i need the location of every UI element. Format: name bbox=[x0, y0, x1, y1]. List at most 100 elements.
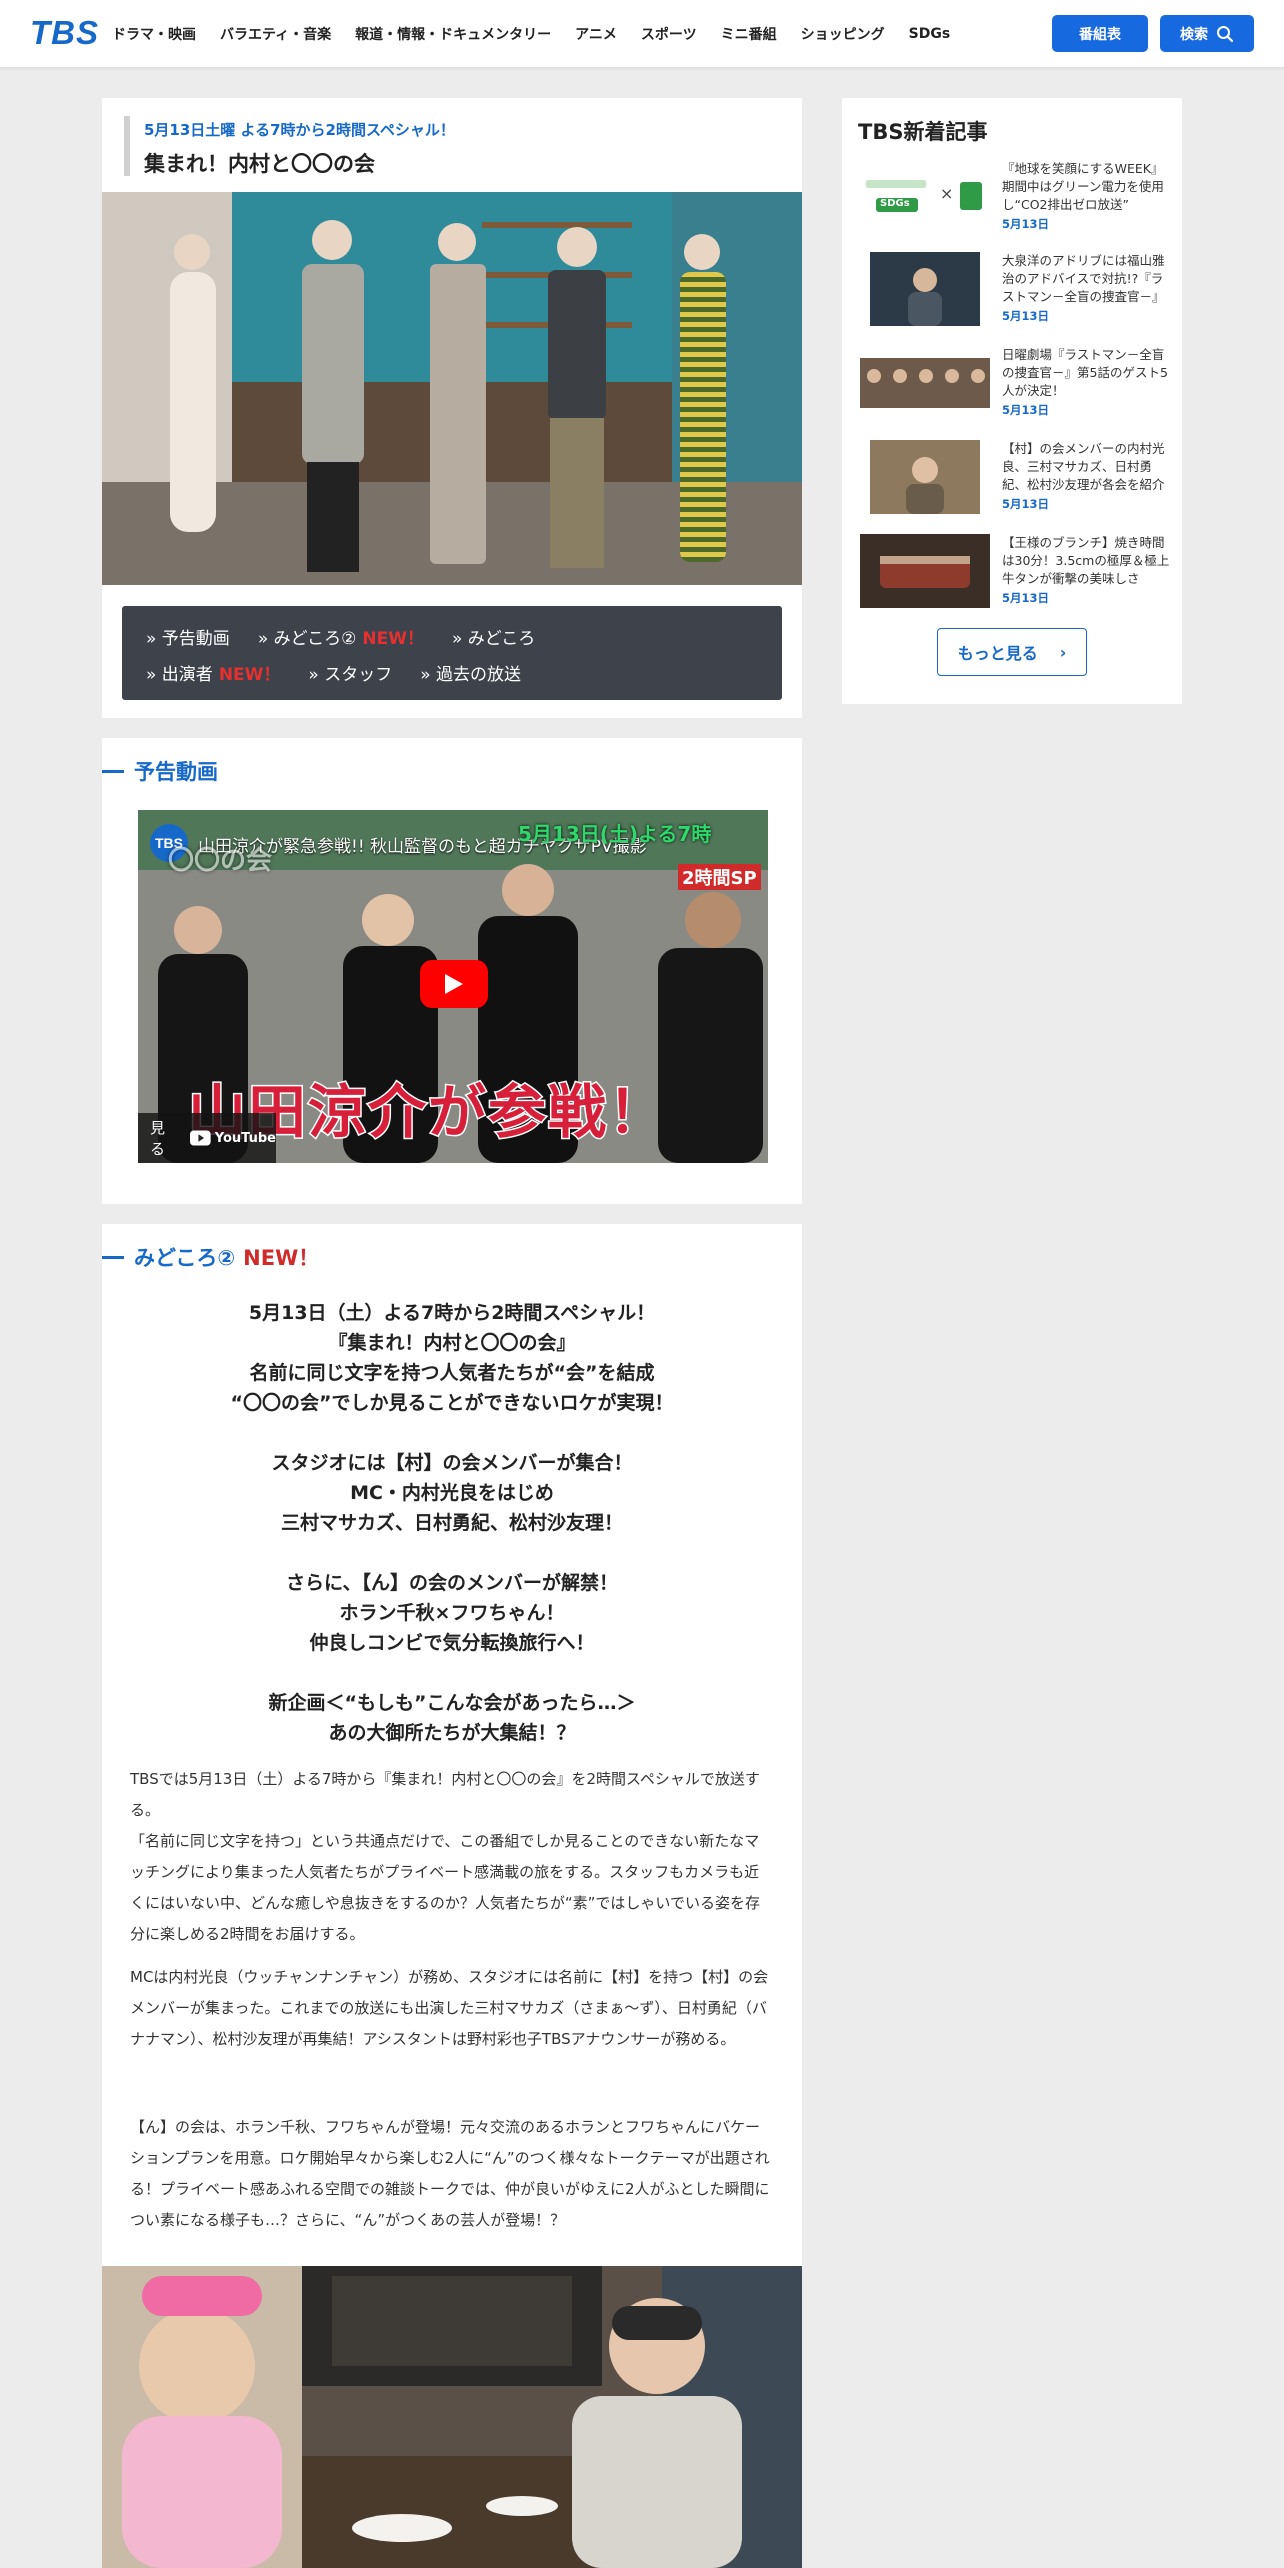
search-icon bbox=[1217, 25, 1234, 42]
sidebar-title: TBS新着記事 bbox=[858, 120, 988, 144]
play-icon bbox=[445, 974, 463, 994]
lead-line: 仲良しコンビで気分転換旅行へ！ bbox=[309, 1632, 595, 1654]
highlights-lead: 5月13日（土）よる7時から2時間スペシャル！ 『集まれ！内村と〇〇の会』 名前… bbox=[102, 1298, 802, 1748]
body-paragraph: MCは内村光良（ウッチャンナンチャン）が務め、スタジオには名前に【村】を持つ【村… bbox=[130, 1968, 769, 2048]
menu-item-cast[interactable]: » 出演者 NEW！ bbox=[146, 660, 280, 685]
schedule-button[interactable]: 番組表 bbox=[1052, 15, 1148, 52]
menu-item-label: » 予告動画 bbox=[146, 628, 230, 649]
article-thumbnail bbox=[860, 440, 990, 514]
menu-item-label: » スタッフ bbox=[308, 664, 393, 685]
menu-item-label: » みどころ② bbox=[257, 628, 357, 649]
video-badge-show: 〇〇の会 bbox=[168, 846, 273, 876]
lead-line: 名前に同じ文字を持つ人気者たちが“会”を結成 bbox=[249, 1362, 655, 1384]
main-nav: ドラマ・映画 バラエティ・音楽 報道・情報・ドキュメンタリー アニメ スポーツ … bbox=[112, 0, 974, 68]
lead-line: あの大御所たちが大集結！？ bbox=[328, 1722, 576, 1744]
article-title: 【村】の会メンバーの内村光良、三村マサカズ、日村勇紀、松村沙友理が各会を紹介 bbox=[1002, 441, 1165, 492]
news-article[interactable]: 【村】の会メンバーの内村光良、三村マサカズ、日村勇紀、松村沙友理が各会を紹介 5… bbox=[860, 440, 1170, 520]
article-title: 【王様のブランチ】焼き時間は30分！3.5cmの極厚＆極上牛タンが衝撃の美味しさ bbox=[1002, 535, 1170, 586]
nav-item-drama[interactable]: ドラマ・映画 bbox=[112, 24, 196, 44]
lead-line: ホラン千秋×フワちゃん！ bbox=[339, 1602, 565, 1624]
news-article[interactable]: 日曜劇場『ラストマン－全盲の捜査官－』第5話のゲスト5人が決定！ 5月13日 bbox=[860, 346, 1170, 426]
article-date: 5月13日 bbox=[1002, 217, 1050, 231]
chevron-right-icon: › bbox=[1059, 642, 1067, 662]
more-articles-button[interactable]: もっと見る › bbox=[937, 628, 1087, 676]
play-button[interactable] bbox=[420, 960, 488, 1008]
site-header: TBS ドラマ・映画 バラエティ・音楽 報道・情報・ドキュメンタリー アニメ ス… bbox=[0, 0, 1284, 68]
new-badge: NEW！ bbox=[362, 628, 424, 649]
lead-line: 新企画＜“もしも”こんな会があったら…＞ bbox=[268, 1692, 636, 1714]
more-button-label: もっと見る bbox=[957, 644, 1038, 663]
program-title-block: 5月13日土曜 よる7時から2時間スペシャル！ 集まれ！内村と〇〇の会 bbox=[124, 116, 764, 176]
heading-bar bbox=[102, 1255, 124, 1259]
nav-item-variety[interactable]: バラエティ・音楽 bbox=[220, 24, 331, 44]
search-button[interactable]: 検索 bbox=[1160, 15, 1254, 52]
article-thumbnail bbox=[860, 346, 990, 420]
program-menu-row: » 出演者 NEW！ » スタッフ » 過去の放送 bbox=[146, 654, 758, 690]
article-text: 大泉洋のアドリブには福山雅治のアドバイスで対抗!?『ラストマン－全盲の捜査官－』… bbox=[1002, 252, 1170, 332]
article-title: 日曜劇場『ラストマン－全盲の捜査官－』第5話のゲスト5人が決定！ bbox=[1002, 347, 1168, 398]
youtube-player[interactable]: TBS 山田涼介が緊急参戦!! 秋山監督のもと超ガチヤクザPV撮影 〇〇の会 5… bbox=[138, 810, 768, 1163]
article-date: 5月13日 bbox=[1002, 591, 1050, 605]
program-card: 5月13日土曜 よる7時から2時間スペシャル！ 集まれ！内村と〇〇の会 » 予告… bbox=[102, 98, 802, 718]
nav-item-sports[interactable]: スポーツ bbox=[641, 24, 697, 44]
menu-item-label: » みどころ bbox=[451, 628, 536, 649]
article-text: 日曜劇場『ラストマン－全盲の捜査官－』第5話のゲスト5人が決定！ 5月13日 bbox=[1002, 346, 1170, 426]
lead-line: MC・内村光良をはじめ bbox=[350, 1482, 554, 1504]
highlights-section: みどころ② NEW！ 5月13日（土）よる7時から2時間スペシャル！ 『集まれ！… bbox=[102, 1224, 802, 2568]
body-paragraph: 【ん】の会は、ホラン千秋、フワちゃんが登場！元々交流のあるホランとフワちゃんにバ… bbox=[130, 2118, 770, 2229]
search-button-label: 検索 bbox=[1180, 26, 1208, 43]
program-menu: » 予告動画 » みどころ② NEW！ » みどころ » 出演者 NEW！ » スタ… bbox=[122, 606, 782, 700]
article-date: 5月13日 bbox=[1002, 309, 1050, 323]
video-badge-date: 5月13日(土)よる7時 bbox=[518, 822, 712, 846]
tbs-logo[interactable]: TBS bbox=[30, 14, 99, 52]
youtube-icon bbox=[190, 1130, 211, 1146]
heading-bar bbox=[102, 769, 124, 773]
section-heading: みどころ② NEW！ bbox=[102, 1242, 319, 1272]
article-date: 5月13日 bbox=[1002, 497, 1050, 511]
menu-item-staff[interactable]: » スタッフ bbox=[308, 660, 392, 685]
lead-line: スタジオには【村】の会メンバーが集合！ bbox=[271, 1452, 633, 1474]
new-badge: NEW！ bbox=[243, 1246, 320, 1270]
thumb-sdgs-text: SDGs bbox=[880, 198, 910, 209]
video-badge-sp: 2時間SP bbox=[678, 864, 761, 890]
article-text: 【村】の会メンバーの内村光良、三村マサカズ、日村勇紀、松村沙友理が各会を紹介 5… bbox=[1002, 440, 1170, 520]
nav-item-anime[interactable]: アニメ bbox=[575, 24, 617, 44]
lead-line: さらに、【ん】の会のメンバーが解禁！ bbox=[286, 1572, 618, 1594]
nav-item-news[interactable]: 報道・情報・ドキュメンタリー bbox=[355, 24, 551, 44]
article-text: 【王様のブランチ】焼き時間は30分！3.5cmの極厚＆極上牛タンが衝撃の美味しさ… bbox=[1002, 534, 1170, 614]
menu-item-highlights2[interactable]: » みどころ② NEW！ bbox=[258, 624, 424, 649]
article-thumbnail: SDGs × bbox=[860, 160, 990, 234]
article-thumbnail bbox=[860, 252, 990, 326]
lead-line: 『集まれ！内村と〇〇の会』 bbox=[328, 1332, 576, 1354]
watch-on-youtube[interactable]: 見る YouTube bbox=[138, 1113, 276, 1163]
watch-on-label: 見る bbox=[150, 1119, 166, 1158]
article-thumbnail bbox=[860, 534, 990, 608]
trailer-heading: 予告動画 bbox=[134, 760, 218, 784]
thumb-cross-mark: × bbox=[940, 184, 954, 203]
menu-item-highlights[interactable]: » みどころ bbox=[452, 624, 535, 649]
new-badge: NEW！ bbox=[218, 664, 281, 685]
article-text: 『地球を笑顔にするWEEK』期間中はグリーン電力を使用し“CO2排出ゼロ放送” … bbox=[1002, 160, 1170, 240]
highlights-photo bbox=[102, 2266, 802, 2568]
trailer-section: 予告動画 TBS 山田涼介が緊急参戦!! 秋山監督のもと超ガチヤクザPV撮影 〇… bbox=[102, 738, 802, 1204]
nav-item-shopping[interactable]: ショッピング bbox=[801, 24, 885, 44]
article-date: 5月13日 bbox=[1002, 403, 1050, 417]
schedule-button-label: 番組表 bbox=[1079, 26, 1121, 43]
menu-item-label: » 過去の放送 bbox=[420, 664, 522, 685]
program-title: 集まれ！内村と〇〇の会 bbox=[144, 152, 375, 176]
cast-photo bbox=[102, 192, 802, 585]
nav-item-mini[interactable]: ミニ番組 bbox=[721, 24, 777, 44]
menu-item-label: » 出演者 bbox=[146, 664, 213, 685]
youtube-wordmark: YouTube bbox=[214, 1130, 276, 1146]
news-article[interactable]: 大泉洋のアドリブには福山雅治のアドバイスで対抗!?『ラストマン－全盲の捜査官－』… bbox=[860, 252, 1170, 332]
news-article[interactable]: SDGs × 『地球を笑顔にするWEEK』期間中はグリーン電力を使用し“CO2排… bbox=[860, 160, 1170, 240]
highlights-heading: みどころ② bbox=[134, 1246, 236, 1270]
menu-item-past-broadcasts[interactable]: » 過去の放送 bbox=[420, 660, 521, 685]
lead-line: 三村マサカズ、日村勇紀、松村沙友理！ bbox=[280, 1512, 623, 1534]
nav-item-sdgs[interactable]: SDGs bbox=[909, 26, 951, 42]
body-paragraph: TBSでは5月13日（土）よる7時から『集まれ！内村と〇〇の会』を2時間スペシャ… bbox=[130, 1770, 760, 1943]
program-menu-row: » 予告動画 » みどころ② NEW！ » みどころ bbox=[146, 618, 758, 654]
section-heading: 予告動画 bbox=[102, 756, 218, 786]
news-article[interactable]: 【王様のブランチ】焼き時間は30分！3.5cmの極厚＆極上牛タンが衝撃の美味しさ… bbox=[860, 534, 1170, 614]
menu-item-trailer[interactable]: » 予告動画 bbox=[146, 624, 230, 649]
